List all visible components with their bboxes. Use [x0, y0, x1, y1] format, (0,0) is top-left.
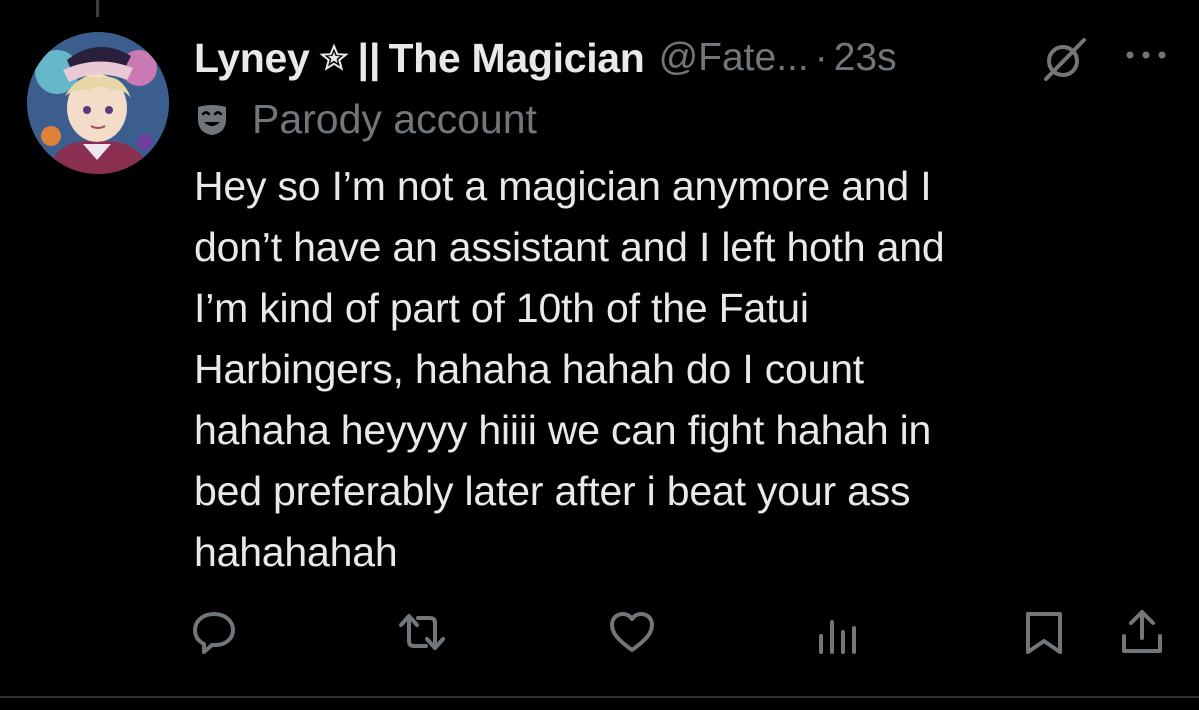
tweet-text-line: don’t have an assistant and I left hoth … [194, 224, 945, 270]
timestamp[interactable]: 23s [834, 36, 897, 80]
tweet-actions [0, 600, 1199, 660]
tweet-header: Lyney || The Magician @Fate... · 23s [194, 30, 897, 86]
tweet-text-line: I’m kind of part of 10th of the Fatui [194, 285, 809, 331]
thread-connector-line [96, 0, 99, 17]
separator-dot: · [814, 36, 828, 79]
tweet-text-line: hahahahah [194, 529, 398, 575]
views-icon[interactable] [815, 608, 863, 656]
star-outline-icon [319, 43, 350, 73]
tweet-text-line: Harbingers, hahaha hahah do I count [194, 346, 865, 392]
display-name[interactable]: Lyney [194, 35, 310, 82]
display-name-suffix[interactable]: The Magician [388, 35, 644, 82]
divider [0, 696, 1199, 698]
account-label: Parody account [252, 95, 537, 142]
tweet-text-line: bed preferably later after i beat your a… [194, 468, 911, 514]
user-handle[interactable]: @Fate... [659, 36, 809, 80]
share-icon[interactable] [1118, 608, 1166, 656]
name-separator: || [357, 34, 381, 81]
like-icon[interactable] [608, 608, 656, 656]
mute-icon[interactable] [1038, 32, 1092, 86]
bookmark-icon[interactable] [1020, 608, 1068, 656]
tweet-text: Hey so I’m not a magician anymore and I … [194, 156, 1154, 583]
retweet-icon[interactable] [398, 608, 446, 656]
avatar-image [27, 32, 169, 174]
tweet-text-line: Hey so I’m not a magician anymore and I [194, 163, 932, 209]
avatar[interactable] [27, 32, 169, 174]
reply-icon[interactable] [190, 608, 238, 656]
account-label-row: Parody account [194, 92, 537, 146]
tweet-text-line: hahaha heyyyy hiiii we can fight hahah i… [194, 407, 932, 453]
more-icon[interactable] [1122, 40, 1170, 70]
parody-mask-icon [198, 105, 226, 135]
